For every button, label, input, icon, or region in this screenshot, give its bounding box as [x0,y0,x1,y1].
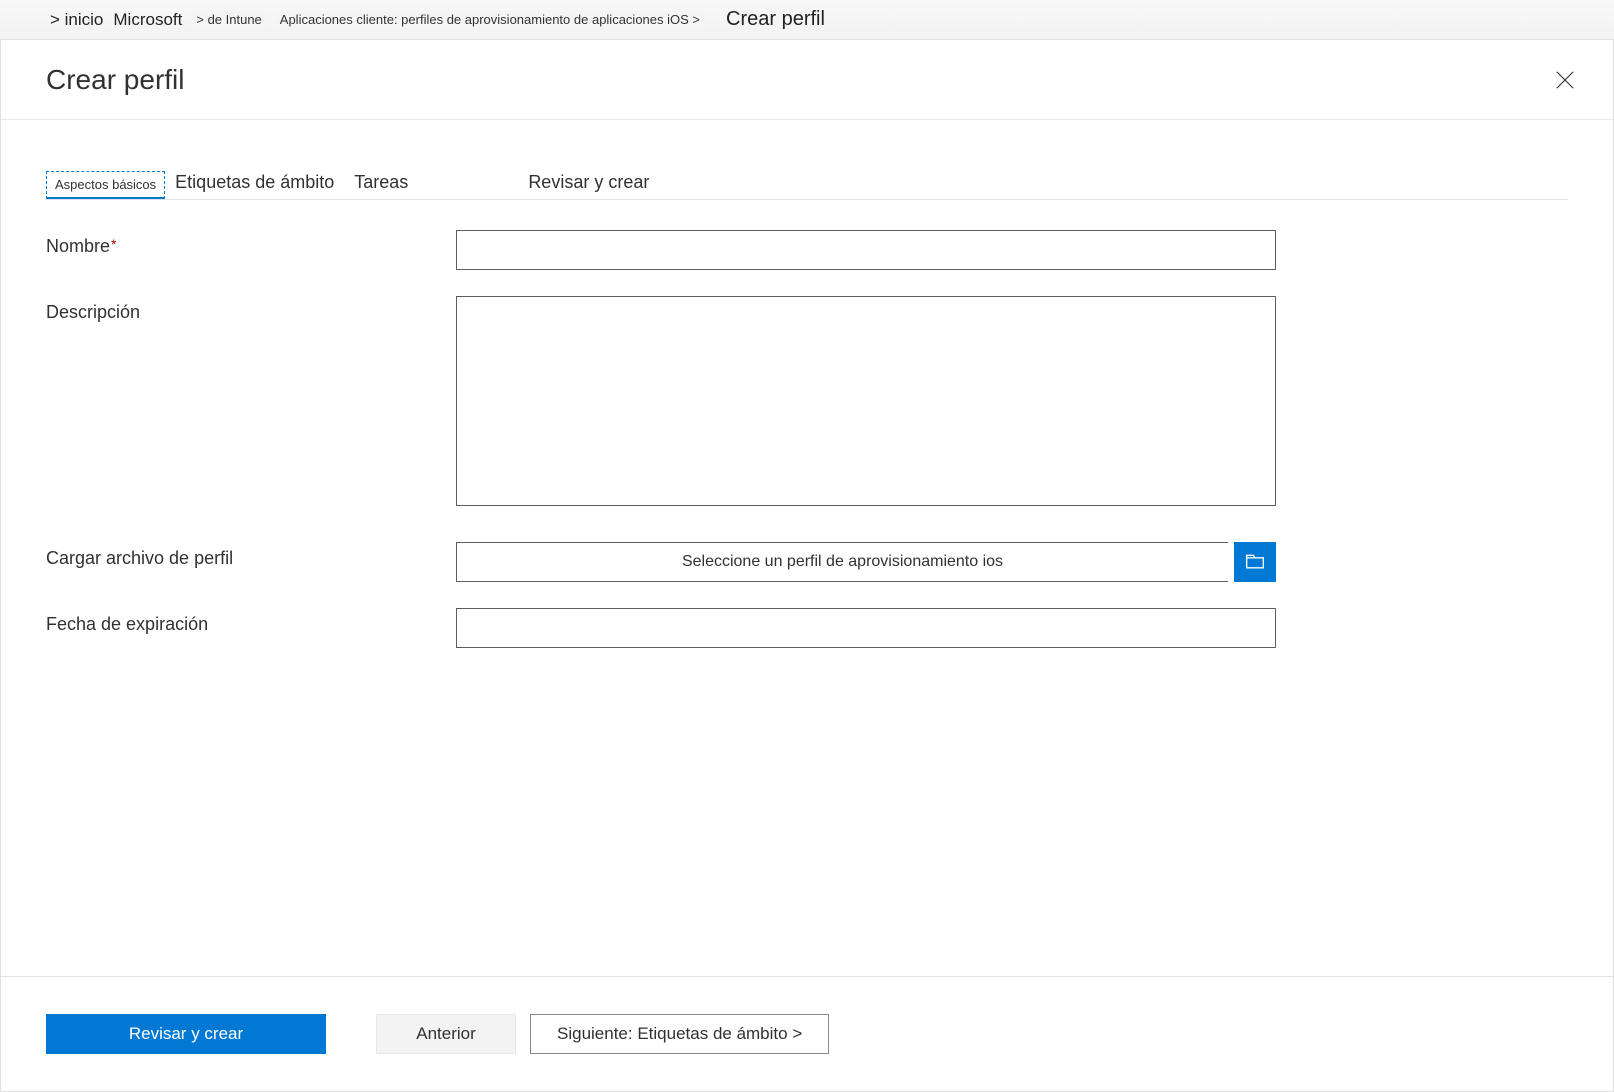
content-area: Aspectos básicos Etiquetas de ámbito Tar… [1,120,1613,976]
browse-file-button[interactable] [1234,542,1276,582]
folder-icon [1245,554,1265,570]
breadcrumb-item[interactable]: > inicio [50,10,103,30]
tab-assignments[interactable]: Tareas [344,166,418,199]
tab-basics[interactable]: Aspectos básicos [46,171,165,199]
description-label: Descripción [46,296,456,323]
next-button[interactable]: Siguiente: Etiquetas de ámbito > [530,1014,829,1054]
breadcrumb-item[interactable]: Microsoft [113,10,182,30]
breadcrumb-item[interactable]: > de Intune [192,10,265,29]
page-title: Crear perfil [46,64,184,96]
wizard-footer: Revisar y crear Anterior Siguiente: Etiq… [1,976,1613,1091]
close-button[interactable] [1547,62,1583,98]
form-row-expiration: Fecha de expiración [46,608,1568,648]
required-indicator: * [111,236,116,252]
create-profile-panel: Crear perfil Aspectos básicos Etiquetas … [0,40,1614,1092]
review-create-button[interactable]: Revisar y crear [46,1014,326,1054]
form-row-description: Descripción [46,296,1568,506]
panel-header: Crear perfil [1,40,1613,120]
tab-scope-tags[interactable]: Etiquetas de ámbito [165,166,344,199]
previous-button[interactable]: Anterior [376,1014,516,1054]
expiration-input[interactable] [456,608,1276,648]
close-icon [1554,69,1576,91]
name-label: Nombre* [46,230,456,257]
wizard-tabs: Aspectos básicos Etiquetas de ámbito Tar… [46,160,1568,200]
breadcrumb-item[interactable]: Aplicaciones cliente: perfiles de aprovi… [276,10,704,29]
description-input[interactable] [456,296,1276,506]
name-input[interactable] [456,230,1276,270]
breadcrumb: > inicio Microsoft > de Intune Aplicacio… [0,0,1614,40]
upload-file-display[interactable]: Seleccione un perfil de aprovisionamient… [456,542,1228,582]
breadcrumb-item-current: Crear perfil [714,8,837,31]
tab-review[interactable]: Revisar y crear [518,166,659,199]
upload-label: Cargar archivo de perfil [46,542,456,569]
form-row-upload: Cargar archivo de perfil Seleccione un p… [46,542,1568,582]
expiration-label: Fecha de expiración [46,608,456,635]
form-row-name: Nombre* [46,230,1568,270]
